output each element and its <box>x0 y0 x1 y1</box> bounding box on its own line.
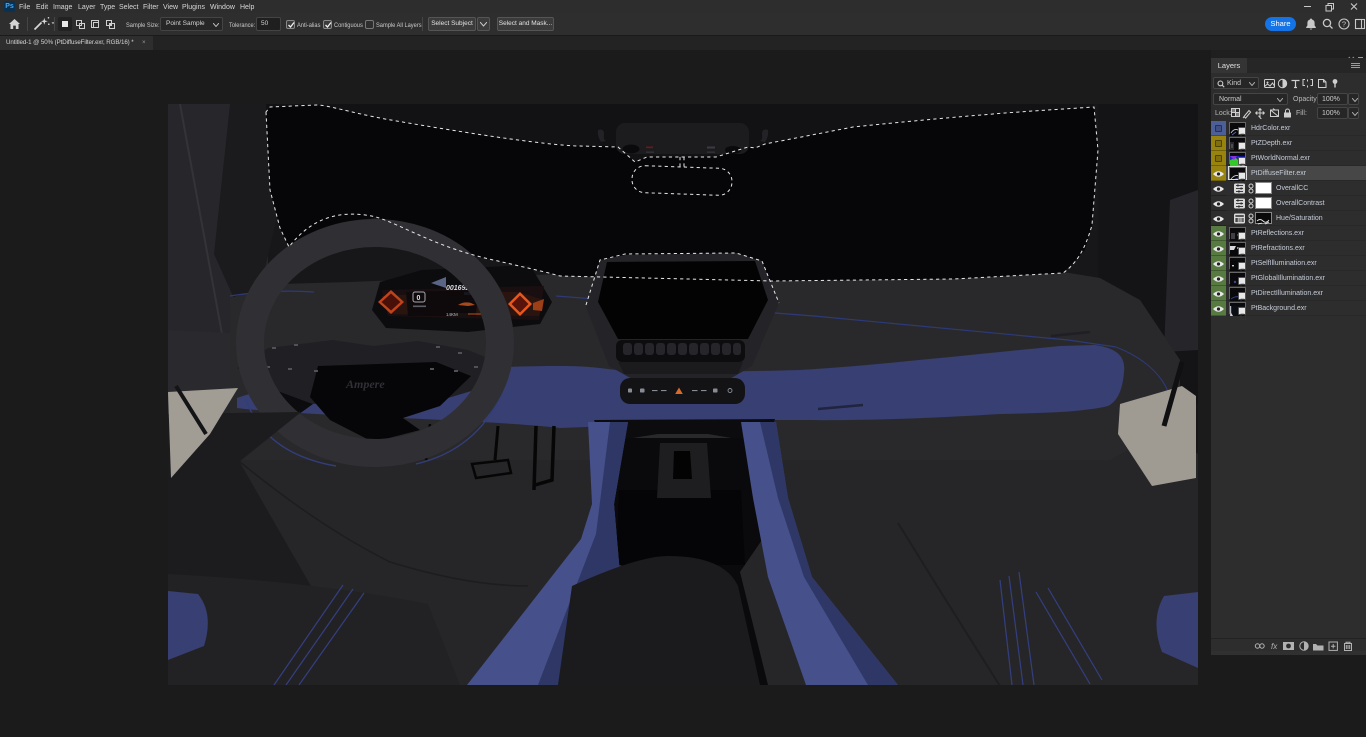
svg-text:fx: fx <box>1271 642 1278 651</box>
svg-text:0: 0 <box>417 295 421 302</box>
svg-text:?: ? <box>1342 20 1346 29</box>
svg-text:14KM: 14KM <box>446 312 458 317</box>
svg-text:Ampere: Ampere <box>345 377 385 391</box>
